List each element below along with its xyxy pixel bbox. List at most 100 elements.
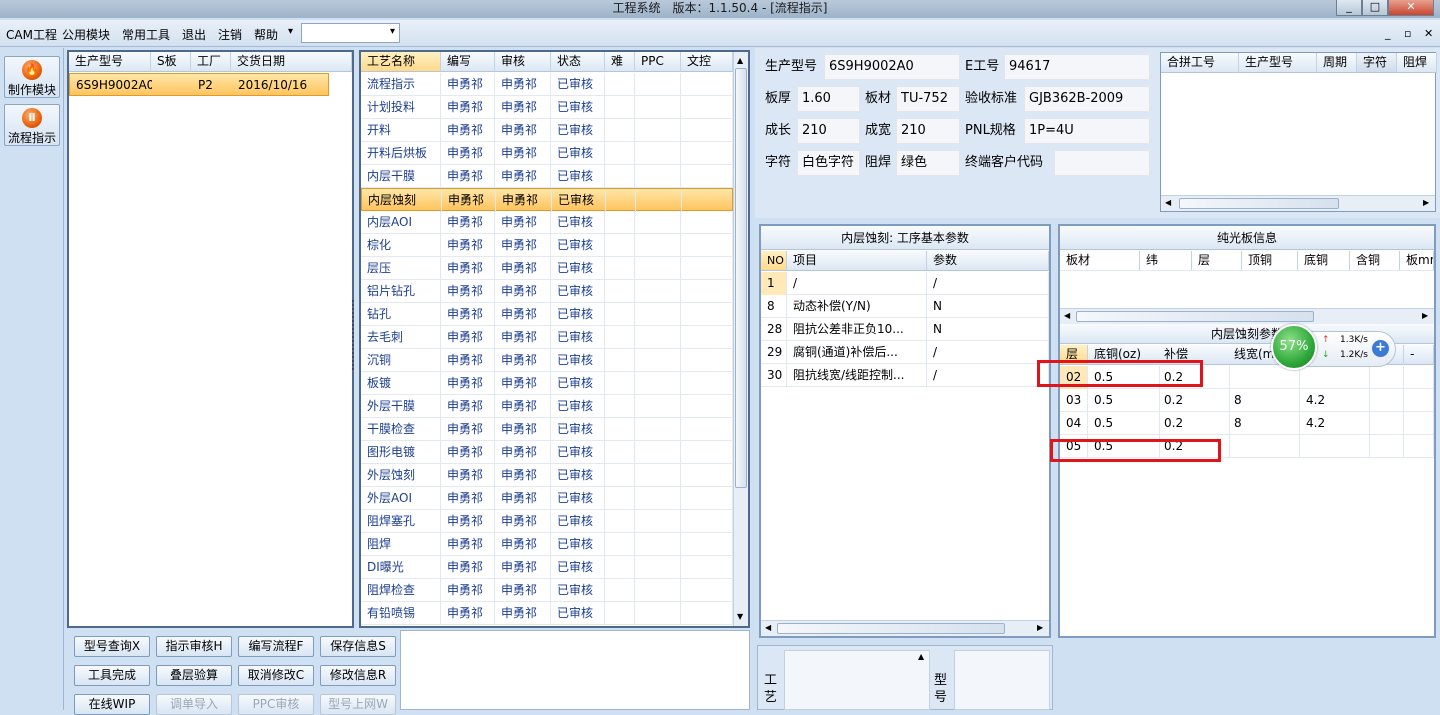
col-header-merge-no[interactable]: 合拼工号 bbox=[1161, 53, 1239, 73]
col-header-merge-model[interactable]: 生产型号 bbox=[1239, 53, 1317, 73]
scroll-thumb[interactable] bbox=[1179, 198, 1339, 209]
col-header-writer[interactable]: 编写 bbox=[441, 52, 495, 72]
stack-calc-button[interactable]: 叠层验算 bbox=[156, 665, 232, 686]
plus-icon[interactable]: + bbox=[1372, 340, 1389, 357]
standard-field[interactable]: GJB362B-2009 bbox=[1024, 86, 1150, 112]
mdi-minimize-button[interactable]: _ bbox=[1385, 27, 1391, 40]
col-header-ppc[interactable]: PPC bbox=[635, 52, 681, 72]
close-button[interactable]: ✕ bbox=[1388, 0, 1434, 16]
scroll-left-icon[interactable]: ◀ bbox=[765, 623, 771, 632]
scroll-right-icon[interactable]: ▶ bbox=[1423, 198, 1429, 207]
table-row[interactable]: 计划投料 申勇祁 申勇祁 已审核 bbox=[361, 96, 733, 119]
table-row[interactable]: 阻焊检查 申勇祁 申勇祁 已审核 bbox=[361, 579, 733, 602]
table-row[interactable]: 阻焊塞孔 申勇祁 申勇祁 已审核 bbox=[361, 510, 733, 533]
table-row[interactable]: 铝片钻孔 申勇祁 申勇祁 已审核 bbox=[361, 280, 733, 303]
col-header-status[interactable]: 状态 bbox=[551, 52, 605, 72]
col-header-value[interactable]: 参数 bbox=[927, 251, 1049, 271]
col-header-bare[interactable]: 底铜 bbox=[1298, 251, 1350, 271]
table-row[interactable]: 棕化 申勇祁 申勇祁 已审核 bbox=[361, 234, 733, 257]
menu-help[interactable]: 帮助 bbox=[254, 26, 278, 43]
table-row[interactable]: 8 动态补偿(Y/N) N bbox=[761, 295, 1049, 318]
col-header-bare[interactable]: 顶铜 bbox=[1242, 251, 1298, 271]
process-textarea[interactable] bbox=[784, 650, 930, 710]
col-header-char[interactable]: 字符 bbox=[1357, 53, 1397, 73]
table-row[interactable]: 层压 申勇祁 申勇祁 已审核 bbox=[361, 257, 733, 280]
menu-tools[interactable]: 常用工具 bbox=[122, 26, 170, 43]
table-row[interactable]: 内层干膜 申勇祁 申勇祁 已审核 bbox=[361, 165, 733, 188]
scroll-left-icon[interactable]: ◀ bbox=[1064, 311, 1070, 320]
scroll-down-icon[interactable]: ▼ bbox=[737, 612, 743, 621]
table-row[interactable]: 内层蚀刻 申勇祁 申勇祁 已审核 bbox=[361, 188, 734, 212]
process-scrollbar[interactable]: ▲ ▼ bbox=[733, 52, 748, 626]
col-header-factory[interactable]: 工厂 bbox=[191, 52, 231, 72]
scroll-thumb[interactable] bbox=[777, 623, 1005, 634]
table-row[interactable]: 图形电镀 申勇祁 申勇祁 已审核 bbox=[361, 441, 733, 464]
scroll-up-icon[interactable]: ▲ bbox=[737, 56, 743, 65]
table-row[interactable]: 29 腐铜(通道)补偿后... / bbox=[761, 341, 1049, 364]
table-row[interactable]: 钻孔 申勇祁 申勇祁 已审核 bbox=[361, 303, 733, 326]
table-row[interactable]: 外层AOI 申勇祁 申勇祁 已审核 bbox=[361, 487, 733, 510]
merge-hscroll[interactable]: ◀ ▶ bbox=[1161, 195, 1435, 211]
table-row[interactable]: 30 阻抗线宽/线距控制... / bbox=[761, 364, 1049, 387]
model-query-button[interactable]: 型号查询X bbox=[74, 636, 150, 657]
combo-arrow-icon[interactable]: ▾ bbox=[390, 26, 395, 37]
table-row[interactable]: 流程指示 申勇祁 申勇祁 已审核 bbox=[361, 73, 733, 96]
sidebar-item-flow[interactable]: Ⅱ 流程指示 bbox=[4, 104, 60, 146]
col-header-difficulty[interactable]: 难 bbox=[605, 52, 635, 72]
menu-combo-box[interactable]: ▾ bbox=[301, 23, 400, 43]
table-row[interactable]: 去毛刺 申勇祁 申勇祁 已审核 bbox=[361, 326, 733, 349]
scroll-right-icon[interactable]: ▶ bbox=[1037, 623, 1043, 632]
splitter-handle[interactable] bbox=[352, 300, 358, 370]
menu-exit[interactable]: 退出 bbox=[182, 26, 206, 43]
mdi-restore-button[interactable]: ▫ bbox=[1404, 27, 1411, 40]
col-header-period[interactable]: 周期 bbox=[1317, 53, 1357, 73]
table-row[interactable]: 外层蚀刻 申勇祁 申勇祁 已审核 bbox=[361, 464, 733, 487]
tool-done-button[interactable]: 工具完成 bbox=[74, 665, 150, 686]
table-row[interactable]: 有铅喷锡 申勇祁 申勇祁 已审核 bbox=[361, 602, 733, 625]
col-header-bare[interactable]: 板mm bbox=[1400, 251, 1434, 271]
col-header-process[interactable]: 工艺名称 bbox=[361, 52, 441, 72]
edit-flow-button[interactable]: 编写流程F bbox=[238, 636, 314, 657]
edit-info-button[interactable]: 修改信息R bbox=[320, 665, 396, 686]
table-row[interactable]: 6S9H9002A0 P2 2016/10/16 bbox=[69, 73, 329, 96]
table-row[interactable]: 1// bbox=[761, 272, 1049, 295]
help-dropdown-icon[interactable]: ▾ bbox=[288, 26, 293, 37]
table-row[interactable]: DI曝光 申勇祁 申勇祁 已审核 bbox=[361, 556, 733, 579]
table-row[interactable]: 开料 申勇祁 申勇祁 已审核 bbox=[361, 119, 733, 142]
table-row[interactable]: 外层干膜 申勇祁 申勇祁 已审核 bbox=[361, 395, 733, 418]
col-header-bare[interactable]: 含铜 bbox=[1350, 251, 1400, 271]
table-row[interactable]: 干膜检查 申勇祁 申勇祁 已审核 bbox=[361, 418, 733, 441]
scroll-up-icon[interactable]: ▲ bbox=[918, 652, 924, 661]
save-info-button[interactable]: 保存信息S bbox=[320, 636, 396, 657]
col-header-bare[interactable]: 纬 bbox=[1140, 251, 1192, 271]
menu-cam[interactable]: CAM工程 bbox=[6, 26, 57, 43]
scroll-left-icon[interactable]: ◀ bbox=[1165, 198, 1171, 207]
col-header-item[interactable]: 项目 bbox=[787, 251, 927, 271]
col-header-no[interactable]: NO bbox=[761, 251, 787, 271]
online-wip-button[interactable]: 在线WIP bbox=[74, 694, 150, 715]
table-row[interactable]: 04 0.5 0.2 8 4.2 bbox=[1060, 412, 1434, 435]
table-row[interactable]: 阻焊 申勇祁 申勇祁 已审核 bbox=[361, 533, 733, 556]
e-number-field[interactable]: 94617 bbox=[1004, 54, 1150, 80]
scroll-thumb[interactable] bbox=[735, 68, 747, 488]
material-field[interactable]: TU-752 bbox=[896, 86, 960, 112]
table-row[interactable]: 开料后烘板 申勇祁 申勇祁 已审核 bbox=[361, 142, 733, 165]
mask-field[interactable]: 绿色 bbox=[896, 150, 960, 176]
col-header-etch[interactable]: - bbox=[1404, 345, 1434, 365]
model-textarea[interactable] bbox=[954, 650, 1050, 710]
menu-logout[interactable]: 注销 bbox=[218, 26, 242, 43]
col-header-mask[interactable]: 阻焊 bbox=[1397, 53, 1437, 73]
cancel-edit-button[interactable]: 取消修改C bbox=[238, 665, 314, 686]
table-row[interactable]: 28 阻抗公差非正负10... N bbox=[761, 318, 1049, 341]
length-field[interactable]: 210 bbox=[797, 118, 860, 144]
maximize-button[interactable]: □ bbox=[1362, 0, 1388, 16]
sidebar-item-make[interactable]: 🔥 制作模块 bbox=[4, 56, 60, 98]
col-header-s[interactable]: S板 bbox=[151, 52, 191, 72]
bare-hscroll[interactable]: ◀ ▶ bbox=[1060, 308, 1434, 324]
col-header-model[interactable]: 生产型号 bbox=[69, 52, 151, 72]
width-field[interactable]: 210 bbox=[896, 118, 960, 144]
menu-public[interactable]: 公用模块 bbox=[62, 26, 110, 43]
scroll-right-icon[interactable]: ▶ bbox=[1422, 311, 1428, 320]
model-field[interactable]: 6S9H9002A0 bbox=[824, 54, 960, 80]
table-row[interactable]: 内层AOI 申勇祁 申勇祁 已审核 bbox=[361, 211, 733, 234]
